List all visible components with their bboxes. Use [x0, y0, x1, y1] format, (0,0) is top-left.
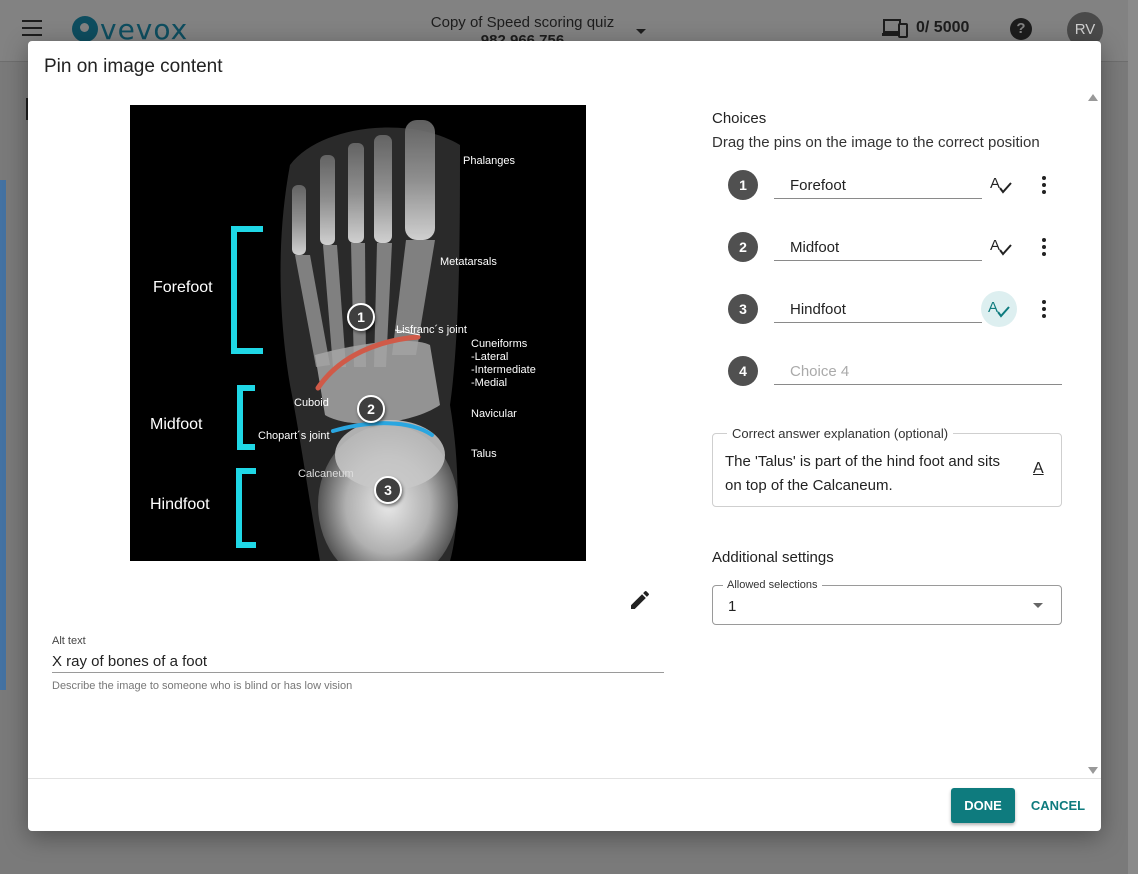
pin-2[interactable]: 2: [357, 395, 385, 423]
label-calcaneum: Calcaneum: [298, 468, 354, 480]
session-title: Copy of Speed scoring quiz: [430, 14, 615, 31]
alt-text-input[interactable]: [52, 651, 664, 673]
explanation-label: Correct answer explanation (optional): [727, 426, 954, 441]
label-navicular: Navicular: [471, 408, 517, 420]
participant-count: 0/ 5000: [882, 18, 969, 38]
vevox-logo[interactable]: vevox: [72, 13, 188, 46]
dialog-title: Pin on image content: [44, 56, 223, 77]
pin-1[interactable]: 1: [347, 303, 375, 331]
cancel-button[interactable]: CANCEL: [1026, 788, 1090, 823]
choice-number-1: 1: [728, 170, 758, 200]
devices-icon: [882, 19, 908, 38]
menu-icon[interactable]: [22, 20, 42, 36]
page-scrollbar[interactable]: [1128, 0, 1138, 874]
allowed-selections-value: 1: [728, 598, 737, 615]
label-cuboid: Cuboid: [294, 397, 329, 409]
spellcheck-icon[interactable]: A: [981, 291, 1017, 327]
scroll-up-arrow-icon[interactable]: [1088, 94, 1098, 101]
svg-text:A: A: [990, 237, 1000, 254]
svg-text:A: A: [990, 175, 1000, 192]
explanation-field[interactable]: Correct answer explanation (optional) Th…: [712, 426, 1062, 507]
choice-input-1[interactable]: [774, 173, 982, 199]
label-metatarsals: Metatarsals: [440, 256, 497, 268]
additional-settings-title: Additional settings: [712, 549, 834, 566]
label-lisfranc: Lisfranc´s joint: [396, 324, 467, 336]
label-lateral: -Lateral: [471, 351, 509, 363]
foot-xray-graphic: [231, 120, 460, 561]
label-intermediate: -Intermediate: [471, 364, 536, 376]
pin-on-image-dialog: Pin on image content Phalanges Metatarsa…: [28, 41, 1101, 831]
label-forefoot: Forefoot: [153, 279, 213, 296]
scroll-down-arrow-icon[interactable]: [1088, 767, 1098, 774]
label-phalanges: Phalanges: [463, 155, 515, 167]
chevron-down-icon[interactable]: [636, 29, 646, 34]
svg-text:A: A: [988, 299, 998, 316]
label-medial: -Medial: [471, 377, 508, 389]
choice-input-3[interactable]: [774, 297, 982, 323]
pin-3[interactable]: 3: [374, 476, 402, 504]
chevron-down-icon: [1033, 603, 1043, 608]
label-hindfoot: Hindfoot: [150, 496, 210, 513]
logo-mark-icon: [72, 16, 98, 42]
label-talus: Talus: [471, 448, 497, 460]
text-format-icon[interactable]: A: [1033, 460, 1044, 478]
choice-number-4: 4: [728, 356, 758, 386]
spellcheck-icon[interactable]: A: [986, 232, 1016, 262]
choices-title: Choices: [712, 110, 767, 127]
label-midfoot: Midfoot: [150, 416, 203, 433]
help-icon[interactable]: ?: [1010, 18, 1032, 40]
done-button[interactable]: DONE: [951, 788, 1015, 823]
more-options-icon[interactable]: [1036, 232, 1052, 262]
xray-image[interactable]: Phalanges Metatarsals Lisfranc´s joint C…: [130, 105, 586, 561]
more-options-icon[interactable]: [1036, 294, 1052, 324]
explanation-text[interactable]: The 'Talus' is part of the hind foot and…: [725, 450, 1015, 498]
choice-input-4[interactable]: [774, 359, 1062, 385]
choices-subtitle: Drag the pins on the image to the correc…: [712, 134, 1040, 151]
label-chopart: Chopart´s joint: [258, 430, 330, 442]
alt-text-help: Describe the image to someone who is bli…: [52, 680, 353, 692]
allowed-selections-select[interactable]: Allowed selections 1: [712, 579, 1062, 625]
more-options-icon[interactable]: [1036, 170, 1052, 200]
spellcheck-icon[interactable]: A: [986, 170, 1016, 200]
background-edge: [0, 180, 6, 690]
choice-input-2[interactable]: [774, 235, 982, 261]
footer-divider: [28, 778, 1101, 779]
label-cuneiforms: Cuneiforms: [471, 338, 528, 350]
alt-text-label: Alt text: [52, 635, 86, 647]
choice-number-2: 2: [728, 232, 758, 262]
choice-number-3: 3: [728, 294, 758, 324]
participant-count-text: 0/ 5000: [916, 19, 970, 36]
allowed-selections-label: Allowed selections: [723, 579, 822, 591]
edit-image-icon[interactable]: [628, 588, 652, 612]
